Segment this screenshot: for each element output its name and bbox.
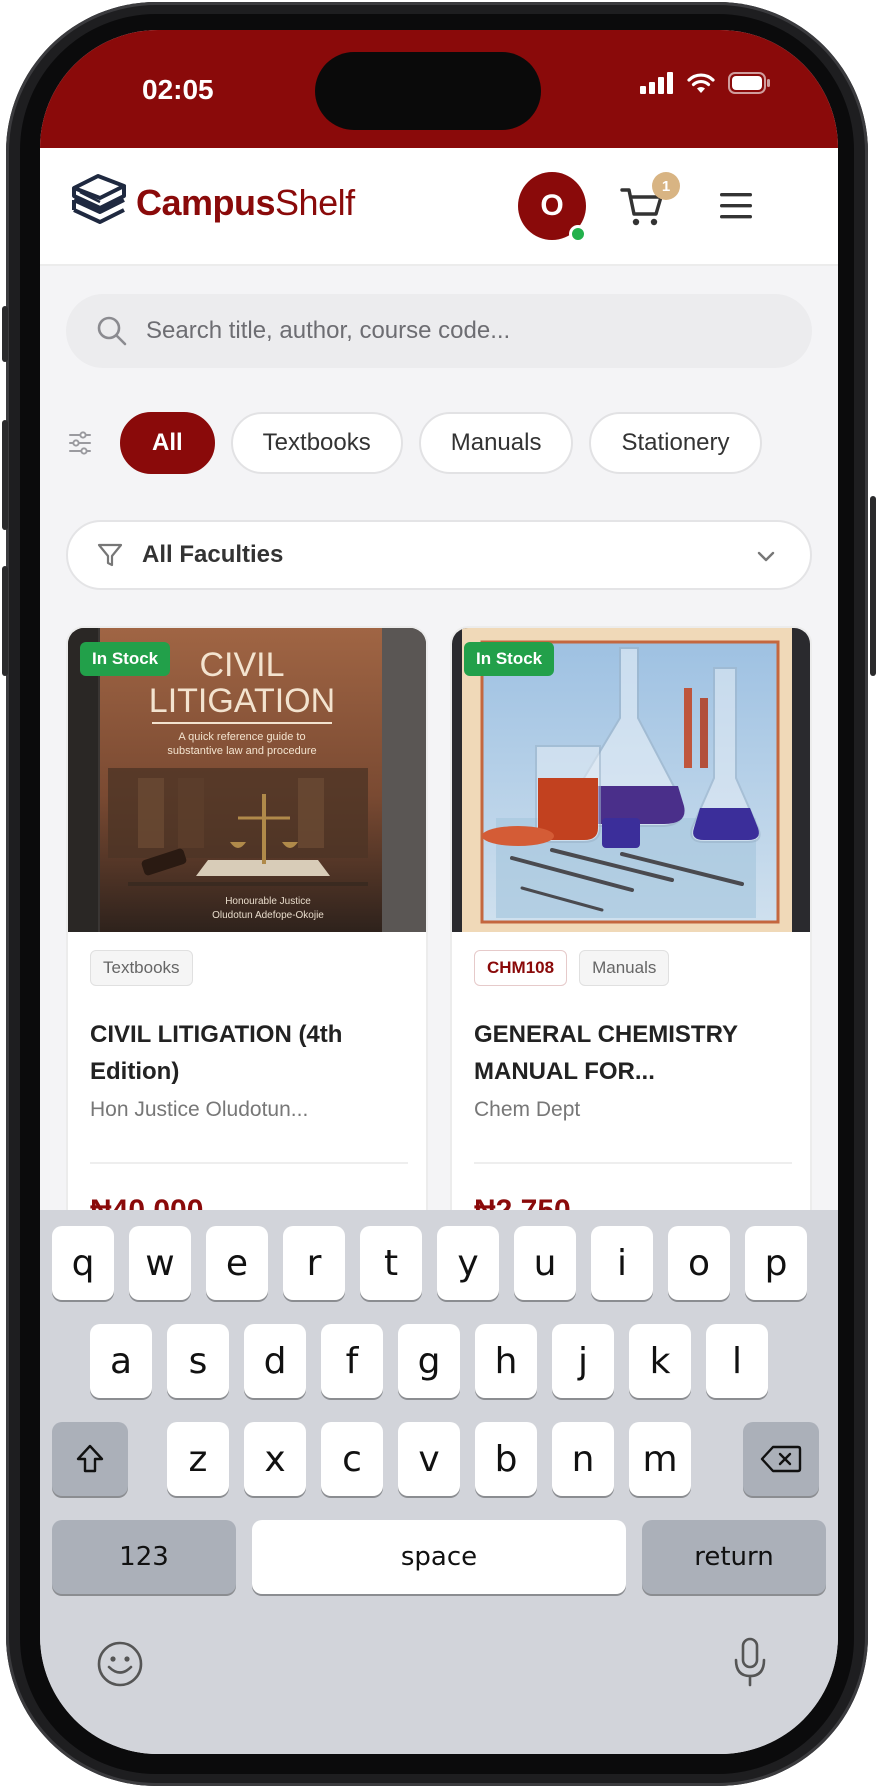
key-t[interactable]: t — [360, 1226, 422, 1300]
shift-arrow-icon — [76, 1444, 104, 1473]
funnel-icon — [97, 543, 123, 567]
category-tag: Textbooks — [90, 950, 193, 986]
screen: 02:05 CampusShelf O 1 Search title, auth… — [40, 30, 838, 1754]
app-header: CampusShelf O 1 — [40, 148, 838, 266]
cover-credit-line1: Honourable Justice — [225, 896, 311, 907]
chip-manuals[interactable]: Manuals — [418, 412, 574, 474]
volume-up-button — [2, 420, 8, 530]
card-divider — [90, 1162, 408, 1164]
key-c[interactable]: c — [321, 1422, 383, 1496]
key-w[interactable]: w — [129, 1226, 191, 1300]
tag-list: CHM108 Manuals — [474, 950, 670, 986]
numbers-key[interactable]: 123 — [52, 1520, 236, 1594]
category-chips: All Textbooks Manuals Stationery — [120, 412, 762, 474]
onscreen-keyboard: q w e r t y u i o p a s d f g h j k l z … — [40, 1210, 838, 1754]
key-l[interactable]: l — [706, 1324, 768, 1398]
stock-badge: In Stock — [80, 642, 171, 676]
key-s[interactable]: s — [167, 1324, 229, 1398]
tag-list: Textbooks — [90, 950, 193, 986]
dynamic-island — [315, 52, 541, 130]
key-u[interactable]: u — [514, 1226, 576, 1300]
key-i[interactable]: i — [591, 1226, 653, 1300]
status-icons — [640, 72, 770, 94]
course-code-tag: CHM108 — [474, 950, 568, 986]
brand-name-light: Shelf — [275, 182, 355, 223]
cover-heading-line1: CIVIL — [199, 646, 284, 684]
chevron-down-icon — [757, 551, 775, 562]
battery-icon — [728, 72, 770, 94]
key-v[interactable]: v — [398, 1422, 460, 1496]
key-z[interactable]: z — [167, 1422, 229, 1496]
silent-switch — [2, 306, 8, 362]
key-d[interactable]: d — [244, 1324, 306, 1398]
online-status-dot — [569, 225, 587, 243]
key-h[interactable]: h — [475, 1324, 537, 1398]
book-stack-logo-icon[interactable] — [68, 170, 130, 232]
wifi-icon — [687, 73, 715, 93]
backspace-icon — [760, 1445, 802, 1473]
key-n[interactable]: n — [552, 1422, 614, 1496]
hamburger-menu-icon[interactable] — [718, 190, 754, 222]
status-bar: 02:05 — [40, 30, 838, 148]
key-g[interactable]: g — [398, 1324, 460, 1398]
chip-all[interactable]: All — [120, 412, 215, 474]
category-tag: Manuals — [579, 950, 670, 986]
power-button — [870, 496, 876, 676]
key-a[interactable]: a — [90, 1324, 152, 1398]
key-r[interactable]: r — [283, 1226, 345, 1300]
key-y[interactable]: y — [437, 1226, 499, 1300]
key-k[interactable]: k — [629, 1324, 691, 1398]
return-key[interactable]: return — [642, 1520, 826, 1594]
book-cover-image: In Stock — [452, 628, 810, 932]
product-author: Chem Dept — [474, 1098, 581, 1121]
key-b[interactable]: b — [475, 1422, 537, 1496]
faculty-select[interactable]: All Faculties — [66, 520, 812, 590]
key-j[interactable]: j — [552, 1324, 614, 1398]
brand-name[interactable]: CampusShelf — [136, 182, 355, 224]
cover-subtitle-line2: substantive law and procedure — [167, 745, 316, 757]
product-card[interactable]: In Stock CHM108 Manuals GENERAL CHEMISTR… — [450, 626, 812, 1266]
brand-name-bold: Campus — [136, 182, 276, 223]
status-time: 02:05 — [142, 74, 214, 105]
product-title: CIVIL LITIGATION (4th Edition) — [90, 1021, 343, 1085]
cover-heading-line2: LITIGATION — [149, 682, 335, 720]
key-p[interactable]: p — [745, 1226, 807, 1300]
microphone-icon[interactable] — [732, 1636, 768, 1688]
key-e[interactable]: e — [206, 1226, 268, 1300]
emoji-icon[interactable] — [96, 1640, 144, 1688]
product-author: Hon Justice Oludotun... — [90, 1098, 309, 1121]
chip-stationery[interactable]: Stationery — [589, 412, 762, 474]
search-bar[interactable] — [66, 294, 812, 368]
key-x[interactable]: x — [244, 1422, 306, 1496]
key-f[interactable]: f — [321, 1324, 383, 1398]
faculty-select-value: All Faculties — [142, 541, 284, 568]
search-icon — [97, 316, 127, 346]
key-q[interactable]: q — [52, 1226, 114, 1300]
delete-key[interactable] — [743, 1422, 819, 1496]
signal-icon — [640, 72, 673, 94]
key-m[interactable]: m — [629, 1422, 691, 1496]
sliders-icon[interactable] — [68, 430, 92, 456]
book-cover-image: CIVIL LITIGATION A quick reference guide… — [68, 628, 426, 932]
shift-key[interactable] — [52, 1422, 128, 1496]
card-divider — [474, 1162, 792, 1164]
search-input[interactable] — [144, 316, 744, 346]
key-o[interactable]: o — [668, 1226, 730, 1300]
volume-down-button — [2, 566, 8, 676]
space-key[interactable]: space — [252, 1520, 626, 1594]
cover-subtitle-line1: A quick reference guide to — [178, 731, 305, 743]
cart-count-badge: 1 — [652, 172, 680, 200]
product-title: GENERAL CHEMISTRY MANUAL FOR... — [474, 1021, 738, 1085]
chip-textbooks[interactable]: Textbooks — [230, 412, 403, 474]
stock-badge: In Stock — [464, 642, 555, 676]
cover-credit-line2: Oludotun Adefope-Okojie — [212, 910, 324, 921]
product-card[interactable]: CIVIL LITIGATION A quick reference guide… — [66, 626, 428, 1266]
